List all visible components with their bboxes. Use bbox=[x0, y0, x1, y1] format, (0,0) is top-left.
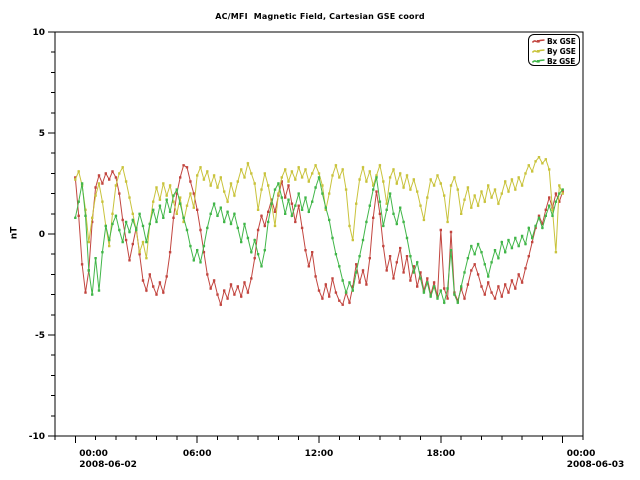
x-tick-label: 12:00 bbox=[305, 449, 334, 459]
x-tick-label: 00:00 bbox=[567, 449, 596, 459]
y-tick-label: -10 bbox=[29, 432, 45, 442]
legend-label: Bz GSE bbox=[547, 57, 575, 66]
plot-canvas: 00:002008-06-0206:0012:0018:0000:002008-… bbox=[0, 0, 640, 480]
y-tick-label: 5 bbox=[39, 129, 45, 139]
y-tick-label: 10 bbox=[32, 28, 45, 38]
legend-item-bz: Bz GSE bbox=[532, 56, 579, 66]
legend-line-sample-icon bbox=[532, 47, 545, 55]
y-tick-label: 0 bbox=[39, 230, 45, 240]
y-axis-label: nT bbox=[9, 227, 19, 240]
legend-line-sample-icon bbox=[532, 57, 545, 65]
plot-window: AC/MFI Magnetic Field, Cartesian GSE coo… bbox=[0, 0, 640, 480]
x-tick-label: 06:00 bbox=[183, 449, 212, 459]
x-date-label: 2008-06-02 bbox=[79, 460, 137, 470]
legend-label: Bx GSE bbox=[547, 37, 576, 46]
legend-label: By GSE bbox=[547, 47, 576, 56]
legend: Bx GSE By GSE Bz GSE bbox=[528, 34, 580, 66]
plot-frame bbox=[55, 32, 583, 436]
x-date-label: 2008-06-03 bbox=[567, 460, 625, 470]
y-tick-label: -5 bbox=[35, 331, 45, 341]
legend-line-sample-icon bbox=[532, 37, 545, 45]
x-tick-label: 18:00 bbox=[427, 449, 456, 459]
legend-item-by: By GSE bbox=[532, 46, 579, 56]
legend-item-bx: Bx GSE bbox=[532, 36, 579, 46]
x-tick-label: 00:00 bbox=[79, 449, 108, 459]
